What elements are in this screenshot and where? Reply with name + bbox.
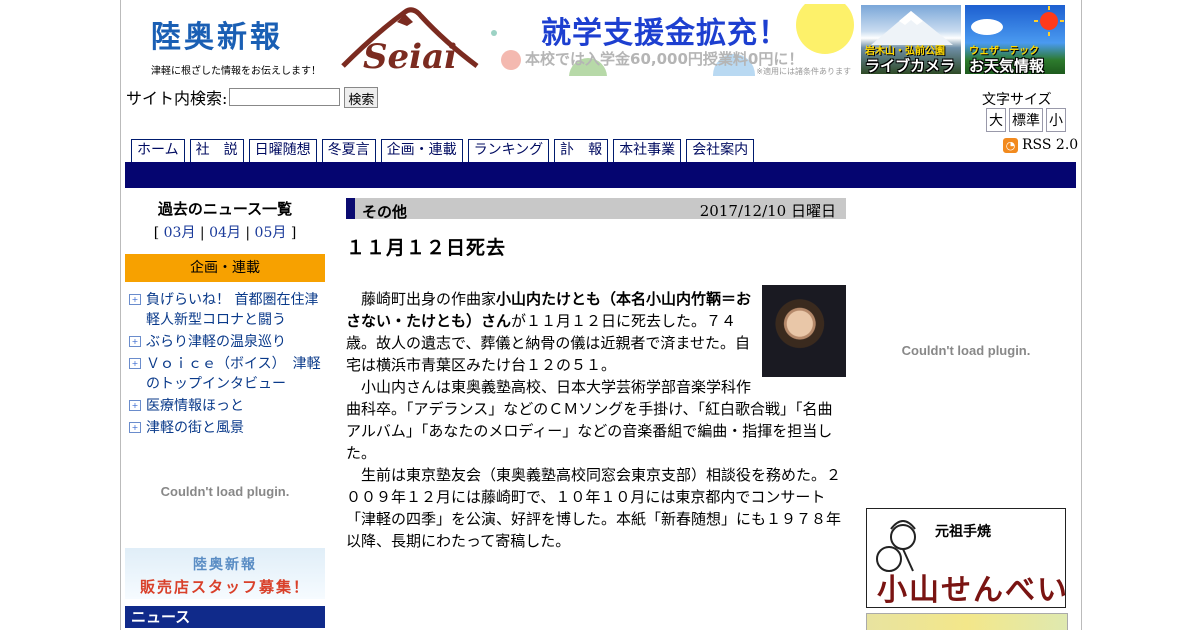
feature-link-text: ぶらり津軽の温泉巡り — [146, 334, 286, 350]
nav-bar — [125, 162, 1076, 188]
font-size-small-button[interactable]: 小 — [1046, 108, 1066, 132]
weather-label: お天気情報 — [969, 57, 1045, 74]
font-size-large-button[interactable]: 大 — [986, 108, 1006, 132]
article: その他 2017/12/10 日曜日 １１月１２日死去 藤崎町出身の作曲家小山内… — [346, 198, 846, 552]
nav-ranking[interactable]: ランキング — [467, 139, 550, 162]
article-title: １１月１２日死去 — [346, 237, 507, 259]
recruit-line2: 販売店スタッフ募集！ — [139, 578, 310, 596]
article-paragraph: 小山内さんは東奥義塾高校、日本大学芸術学部音楽学科作曲科卒。「アデランス」などの… — [346, 378, 833, 462]
plus-box-icon: + — [129, 294, 141, 305]
article-category-bar: その他 2017/12/10 日曜日 — [346, 198, 846, 221]
bracket-open: [ — [153, 225, 164, 241]
nav-company-info[interactable]: 会社案内 — [686, 139, 755, 162]
search-button[interactable]: 検索 — [344, 86, 379, 108]
seiai-logo-text: Seiai — [363, 37, 457, 76]
rss-link[interactable]: ◔ RSS 2.0 — [1003, 137, 1078, 153]
nav-company-events[interactable]: 本社事業 — [613, 139, 682, 162]
separator: | — [245, 225, 255, 241]
search-label: サイト内検索: — [126, 89, 228, 108]
rss-label: RSS 2.0 — [1022, 137, 1079, 153]
main-nav: ホーム 社 説 日曜随想 冬夏言 企画・連載 ランキング 訃 報 本社事業 会社… — [131, 139, 755, 162]
feature-link-text: 医療情報ほっと — [146, 398, 244, 414]
nav-sunday-essay[interactable]: 日曜随想 — [248, 139, 317, 162]
feature-link[interactable]: + 医療情報ほっと — [129, 396, 325, 416]
nav-toukagen[interactable]: 冬夏言 — [321, 139, 376, 162]
article-date: 2017/12/10 日曜日 — [699, 202, 836, 220]
feature-link-text: 負げらいね！ 首都圏在住津軽人新型コロナと闘う — [146, 292, 319, 328]
senbei-ad[interactable]: 元祖手焼 小山せんべい — [866, 508, 1069, 608]
feature-link-text: 津軽の街と風景 — [146, 420, 244, 436]
month-link[interactable]: 04月 — [209, 225, 241, 241]
font-size-standard-button[interactable]: 標準 — [1009, 108, 1043, 132]
recruit-line1: 陸奥新報 — [193, 557, 257, 573]
ad-label: 元祖手焼 — [935, 524, 991, 540]
banner-decor — [491, 30, 497, 36]
features-list: + 負げらいね！ 首都圏在住津軽人新型コロナと闘う + ぶらり津軽の温泉巡り + Ｖｏ… — [125, 290, 325, 438]
plus-box-icon: + — [129, 400, 141, 411]
plus-box-icon: + — [129, 358, 141, 369]
p1-pre: 藤崎町出身の作曲家 — [361, 290, 497, 308]
month-link[interactable]: 05月 — [255, 225, 287, 241]
nav-obituaries[interactable]: 訃 報 — [554, 139, 609, 162]
article-paragraph: 生前は東京塾友会（東奥義塾高校同窓会東京支部）相談役を務めた。２００９年１２月に… — [346, 466, 842, 550]
live-camera-label: ライブカメラ — [865, 57, 956, 74]
banner-headline: 就学支援金拡充！ — [541, 16, 789, 51]
feature-link[interactable]: + 負げらいね！ 首都圏在住津軽人新型コロナと闘う — [129, 290, 325, 330]
ad-brand: 小山せんべい — [877, 573, 1069, 608]
banner-decor — [501, 50, 521, 70]
recruit-banner[interactable]: 陸奥新報 販売店スタッフ募集！ — [125, 548, 325, 599]
search-input[interactable] — [229, 88, 341, 106]
nav-features[interactable]: 企画・連載 — [380, 139, 463, 162]
left-sidebar: 過去のニュース一覧 [ 03月 | 04月 | 05月 ] 企画・連載 + 負げら… — [125, 188, 325, 628]
seiai-logo[interactable]: Seiai — [335, 4, 485, 77]
past-news-title: 過去のニュース一覧 — [157, 200, 293, 218]
banner-note: ※適用には諸条件あります — [756, 67, 851, 76]
school-banner[interactable]: 就学支援金拡充！ 本校では入学金60,000円授業料0円に！ ※適用には諸条件あ… — [491, 4, 857, 76]
plugin-error-right: Couldn't load plugin. — [901, 343, 1031, 358]
features-header: 企画・連載 — [125, 254, 325, 282]
plus-box-icon: + — [129, 422, 141, 433]
feature-link[interactable]: + Ｖｏｉｃｅ（ボイス） 津軽のトップインタビュー — [129, 354, 325, 394]
article-category: その他 — [362, 203, 408, 221]
site-tagline: 津軽に根ざした情報をお伝えします！ — [151, 66, 321, 77]
news-section-header: ニュース — [125, 606, 325, 628]
seiai-mountain-logo: Seiai — [341, 7, 479, 77]
feature-link[interactable]: + ぶらり津軽の温泉巡り — [129, 332, 325, 352]
article-photo — [762, 285, 846, 377]
page: 陸奥新報 津軽に根ざした情報をお伝えします！ Seiai 就学支援金拡充！ 本校… — [120, 0, 1082, 630]
separator: | — [199, 225, 210, 241]
site-title: 陸奥新報 — [151, 20, 283, 55]
feature-link[interactable]: + 津軽の街と風景 — [129, 418, 325, 438]
month-link[interactable]: 03月 — [164, 225, 196, 241]
category-marker — [346, 198, 355, 219]
weather-link[interactable]: ウェザーテック お天気情報 — [965, 5, 1065, 74]
nav-editorial[interactable]: 社 説 — [189, 139, 244, 162]
plugin-error-left: Couldn't load plugin. — [160, 484, 290, 499]
plus-box-icon: + — [129, 336, 141, 347]
past-news-months: [ 03月 | 04月 | 05月 ] — [125, 222, 325, 242]
rss-icon: ◔ — [1003, 137, 1018, 153]
second-ad[interactable] — [866, 613, 1068, 630]
site-logo[interactable]: 陸奥新報 津軽に根ざした情報をお伝えします！ — [151, 12, 321, 77]
nav-home[interactable]: ホーム — [131, 139, 185, 162]
feature-link-text: Ｖｏｉｃｅ（ボイス） 津軽のトップインタビュー — [146, 356, 321, 392]
article-body: 藤崎町出身の作曲家小山内たけとも（本名小山内竹鞆＝おさない・たけとも）さんが１１… — [346, 285, 846, 552]
bracket-close: ] — [290, 225, 297, 241]
live-camera-link[interactable]: 岩木山・弘前公園 ライブカメラ — [861, 5, 961, 74]
font-size-controls: 大 標準 小 — [986, 108, 1066, 132]
site-search: サイト内検索: 検索 — [126, 85, 379, 109]
font-size-label: 文字サイズ — [982, 92, 1052, 108]
banner-decor — [796, 4, 854, 54]
